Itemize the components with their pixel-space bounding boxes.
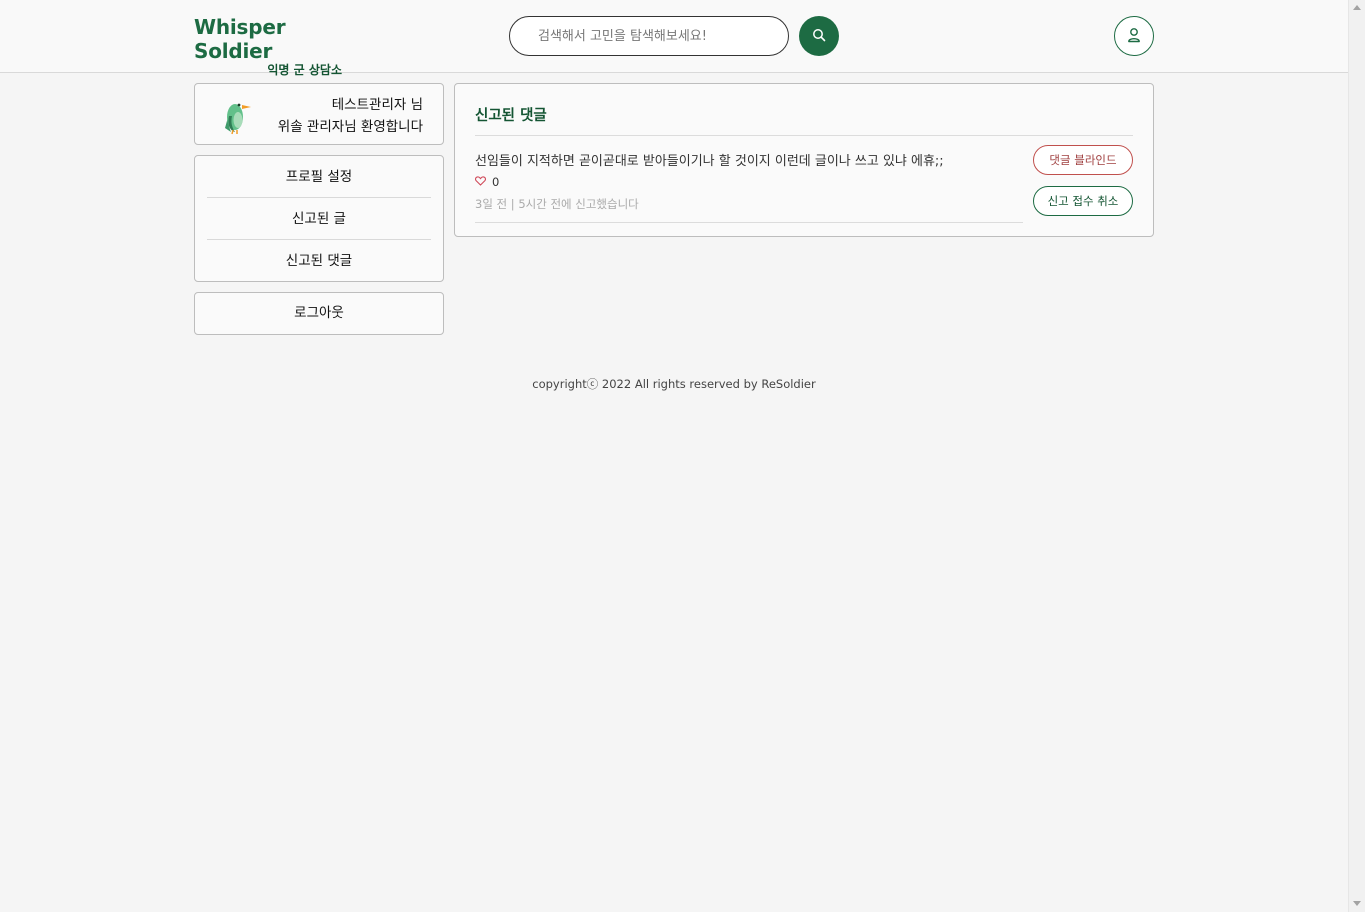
bird-icon [217, 94, 257, 140]
like-row: 0 [474, 175, 500, 189]
search-input[interactable] [509, 16, 789, 56]
scroll-up-arrow-icon[interactable] [1353, 5, 1361, 10]
welcome-message: 위솔 관리자님 환영합니다 [277, 119, 423, 135]
sidebar-item-profile-settings[interactable]: 프로필 설정 [207, 156, 431, 198]
comment-divider [475, 222, 1023, 223]
sidebar-item-reported-posts[interactable]: 신고된 글 [207, 198, 431, 240]
welcome-text: 테스트관리자 님 위솔 관리자님 환영합니다 [278, 94, 423, 138]
cancel-report-button[interactable]: 신고 접수 취소 [1033, 186, 1133, 216]
welcome-user-name: 테스트관리자 님 [331, 97, 423, 113]
logo-subtitle: 익명 군 상담소 [267, 63, 342, 77]
like-count: 0 [492, 175, 500, 189]
blind-comment-button[interactable]: 댓글 블라인드 [1033, 145, 1133, 175]
search-icon [812, 28, 826, 45]
sidebar-menu: 프로필 설정 신고된 글 신고된 댓글 [194, 155, 444, 282]
vertical-scrollbar[interactable] [1348, 0, 1365, 912]
heart-icon[interactable] [474, 175, 487, 189]
reported-comments-panel: 신고된 댓글 선임들이 지적하면 곧이곧대로 받아들이기나 할 것이지 이런데 … [454, 83, 1154, 237]
title-divider [475, 135, 1133, 136]
welcome-card: 테스트관리자 님 위솔 관리자님 환영합니다 [194, 83, 444, 145]
logo[interactable]: Whisper Soldier 익명 군 상담소 [194, 15, 344, 78]
page-title: 신고된 댓글 [475, 108, 547, 124]
scroll-down-arrow-icon[interactable] [1353, 901, 1361, 906]
comment-text[interactable]: 선임들이 지적하면 곧이곧대로 받아들이기나 할 것이지 이런데 글이나 쓰고 … [475, 150, 944, 169]
logout-button[interactable]: 로그아웃 [194, 292, 444, 335]
user-icon [1127, 27, 1141, 46]
search-button[interactable] [799, 16, 839, 56]
sidebar-item-reported-comments[interactable]: 신고된 댓글 [207, 240, 431, 282]
comment-meta: 3일 전 | 5시간 전에 신고했습니다 [475, 197, 639, 211]
page: Whisper Soldier 익명 군 상담소 검색해서 고민을 탐색해보세요… [0, 0, 1348, 912]
profile-button[interactable] [1114, 16, 1154, 56]
logo-title: Whisper Soldier [194, 15, 286, 63]
footer-copyright: copyrightⓒ 2022 All rights reserved by R… [532, 377, 816, 391]
top-header: Whisper Soldier 익명 군 상담소 [0, 0, 1348, 77]
